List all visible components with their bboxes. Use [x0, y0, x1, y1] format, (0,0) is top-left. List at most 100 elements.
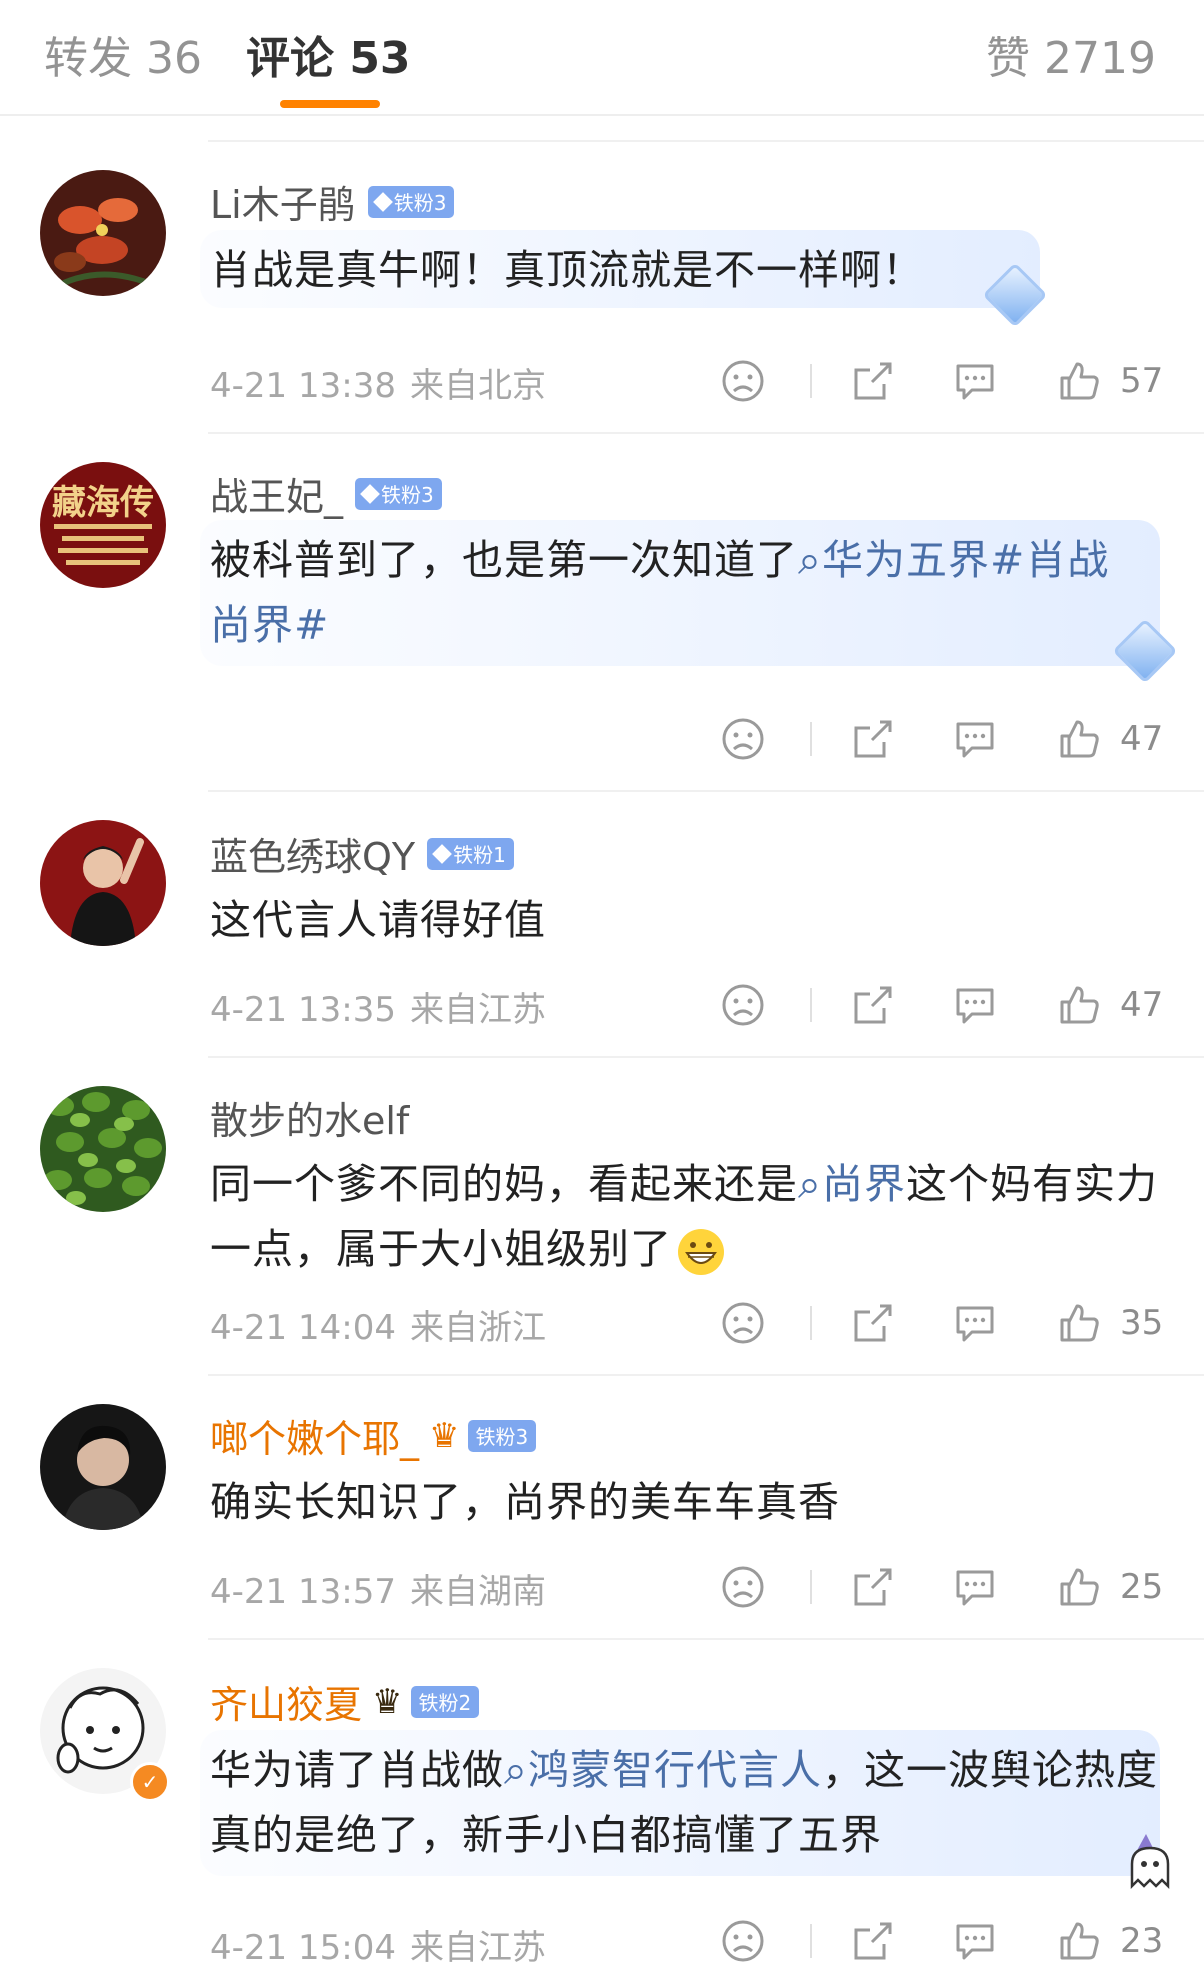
comment-text-part: 华为请了肖战做: [210, 1746, 504, 1794]
comment-actions: 25: [720, 1564, 1163, 1614]
username[interactable]: Li木子鹃 铁粉3: [210, 174, 455, 229]
reply-icon[interactable]: [952, 982, 998, 1028]
divider: [208, 1374, 1204, 1376]
fan-badge: 铁粉3: [367, 185, 455, 218]
fan-badge: 铁粉1: [427, 837, 514, 870]
divider: [208, 140, 1204, 142]
username[interactable]: 啷个嫩个耶_ ♛ 铁粉3: [210, 1408, 537, 1463]
fan-badge-label: 铁粉1: [453, 843, 506, 867]
share-icon[interactable]: [850, 716, 896, 762]
username[interactable]: 蓝色绣球QY 铁粉1: [210, 826, 514, 881]
avatar[interactable]: [40, 1086, 166, 1212]
comment-text-part: 同一个爹不同的妈，看起来还是: [210, 1160, 798, 1208]
topic-link[interactable]: ⌕尚界: [798, 1160, 906, 1208]
action-separator: [810, 364, 812, 398]
comment-time: 4-21 14:04: [210, 1308, 396, 1348]
comment-location: 来自湖南: [409, 1572, 546, 1612]
active-tab-indicator: [280, 100, 380, 108]
action-separator: [810, 1924, 812, 1958]
dislike-face-icon[interactable]: [720, 982, 766, 1028]
comment-time: 4-21 13:35: [210, 990, 396, 1030]
username-text[interactable]: 战王妃_: [210, 466, 343, 521]
diamond-icon: [360, 483, 380, 504]
like-count: 23: [1120, 1921, 1164, 1961]
thumbs-up-icon[interactable]: [1056, 716, 1102, 762]
crown-icon: ♛: [372, 1681, 403, 1722]
thumbs-up-icon[interactable]: [1056, 982, 1102, 1028]
comment-text: 华为请了肖战做⌕鸿蒙智行代言人，这一波舆论热度真的是绝了，新手小白都搞懂了五界: [210, 1738, 1160, 1868]
comment-actions: 35: [720, 1300, 1164, 1350]
comment-actions: 47: [720, 982, 1163, 1032]
username[interactable]: 战王妃_ 铁粉3: [210, 466, 442, 521]
like-count: 35: [1120, 1303, 1164, 1343]
fan-badge-label: 铁粉3: [475, 1425, 529, 1449]
dislike-face-icon[interactable]: [720, 1564, 766, 1610]
diamond-icon: [372, 191, 393, 212]
dislike-face-icon[interactable]: [720, 1300, 766, 1346]
thumbs-up-icon[interactable]: [1056, 1918, 1102, 1964]
dislike-face-icon[interactable]: [720, 716, 766, 762]
avatar[interactable]: [40, 820, 166, 946]
verified-icon: ✓: [130, 1762, 170, 1802]
share-icon[interactable]: [850, 982, 896, 1028]
fan-badge-label: 铁粉3: [381, 483, 434, 507]
avatar[interactable]: [40, 170, 166, 296]
comment-text: 这代言人请得好值: [210, 896, 546, 944]
ghost-sticker-icon: [1120, 1830, 1180, 1890]
reply-icon[interactable]: [952, 1564, 998, 1610]
username[interactable]: 散步的水elf: [210, 1090, 409, 1145]
divider: [208, 1638, 1204, 1640]
diamond-icon: [432, 843, 453, 864]
thumbs-up-icon[interactable]: [1056, 358, 1102, 404]
fan-badge-label: 铁粉2: [418, 1691, 472, 1715]
comment-text: 确实长知识了，尚界的美车车真香: [210, 1478, 840, 1526]
avatar-title-text: 藏海传: [52, 483, 154, 523]
action-separator: [810, 988, 812, 1022]
comment-tabs: 转发 36 评论 53 赞 2719: [0, 0, 1204, 116]
tab-likes[interactable]: 赞 2719: [986, 22, 1156, 86]
comment-meta: 4-21 13:38 来自北京: [210, 358, 546, 407]
comment-meta: 4-21 13:57 来自湖南: [210, 1564, 546, 1613]
share-icon[interactable]: [850, 1300, 896, 1346]
share-icon[interactable]: [850, 1564, 896, 1610]
grin-emoji-icon: [678, 1229, 724, 1275]
divider: [208, 432, 1204, 434]
reply-icon[interactable]: [952, 358, 998, 404]
username[interactable]: 齐山狡夏 ♛ 铁粉2: [210, 1674, 480, 1729]
topic-link[interactable]: ⌕鸿蒙智行代言人: [504, 1746, 822, 1794]
reply-icon[interactable]: [952, 1300, 998, 1346]
username-text[interactable]: Li木子鹃: [210, 174, 356, 229]
comment-actions: 57: [720, 358, 1164, 408]
fan-badge: 铁粉3: [355, 477, 442, 510]
fan-badge: 铁粉2: [410, 1685, 480, 1718]
thumbs-up-icon[interactable]: [1056, 1300, 1102, 1346]
username-text[interactable]: 散步的水elf: [210, 1090, 409, 1145]
tab-repost[interactable]: 转发 36: [44, 22, 202, 86]
fan-badge: 铁粉3: [467, 1419, 537, 1452]
share-icon[interactable]: [850, 1918, 896, 1964]
action-separator: [810, 722, 812, 756]
comment-time: 4-21 15:04: [210, 1928, 396, 1968]
topic-link-text[interactable]: 鸿蒙智行代言人: [528, 1746, 822, 1794]
thumbs-up-icon[interactable]: [1056, 1564, 1102, 1610]
dislike-face-icon[interactable]: [720, 1918, 766, 1964]
like-count: 57: [1120, 361, 1164, 401]
reply-icon[interactable]: [952, 1918, 998, 1964]
username-text[interactable]: 齐山狡夏: [210, 1674, 362, 1729]
like-count: 47: [1120, 719, 1164, 759]
username-text[interactable]: 啷个嫩个耶_: [210, 1408, 419, 1463]
username-text[interactable]: 蓝色绣球QY: [210, 826, 415, 881]
comment-location: 来自江苏: [409, 990, 546, 1030]
tab-comments[interactable]: 评论 53: [246, 22, 411, 86]
comment-location: 来自江苏: [409, 1928, 546, 1968]
divider: [208, 1056, 1204, 1058]
share-icon[interactable]: [850, 358, 896, 404]
topic-link-text[interactable]: 尚界: [822, 1160, 906, 1208]
avatar[interactable]: [40, 1404, 166, 1530]
comment-time: 4-21 13:38: [210, 366, 396, 406]
comment-actions: 47: [720, 716, 1164, 766]
dislike-face-icon[interactable]: [720, 358, 766, 404]
avatar[interactable]: 藏海传: [40, 462, 166, 588]
reply-icon[interactable]: [952, 716, 998, 762]
fan-badge-label: 铁粉3: [393, 191, 447, 215]
